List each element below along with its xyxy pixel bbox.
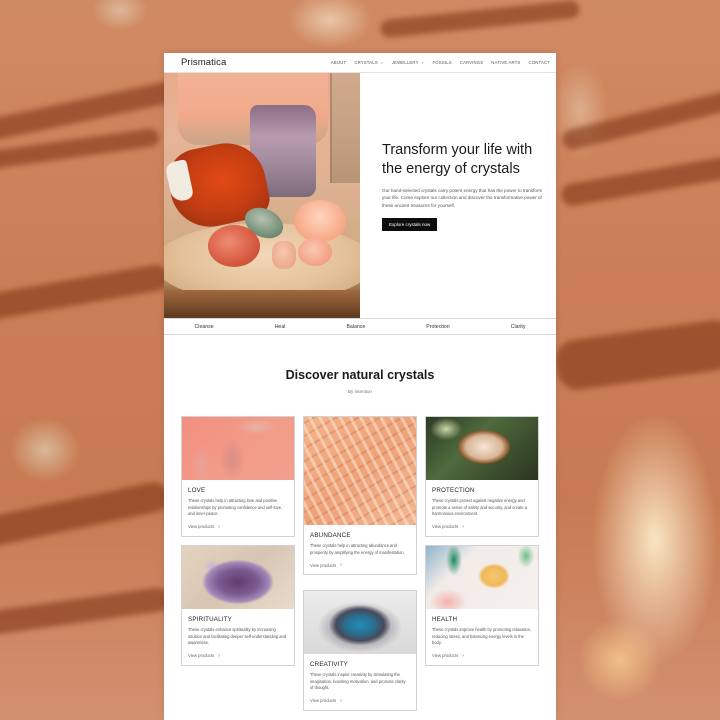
nav-item-contact[interactable]: CONTACT: [529, 60, 551, 65]
selenite-sphere: [294, 200, 346, 242]
card-title: SPIRITUALITY: [188, 616, 233, 623]
card-description: These crystals protect against negative …: [432, 498, 528, 517]
hero-description: Our hand-selected crystals carry potent …: [382, 188, 543, 208]
carnelian-stone: [208, 225, 260, 267]
explore-crystals-button[interactable]: Explore crystals now: [382, 217, 438, 231]
chevron-down-icon: ⌄: [420, 59, 425, 64]
card-title: LOVE: [188, 487, 206, 494]
chevron-right-icon: ›: [340, 562, 342, 569]
intention-card-grid: LOVE These crystals help in attracting l…: [181, 416, 539, 720]
card-image-health: [426, 546, 538, 609]
card-image-creativity: [304, 591, 416, 654]
wood-bark: [164, 290, 360, 318]
intention-balance[interactable]: Balance: [346, 324, 365, 330]
card-title: ABUNDANCE: [310, 532, 351, 539]
nav-item-crystals[interactable]: CRYSTALS ⌄: [354, 59, 384, 66]
nav-item-fossils[interactable]: FOSSILS: [433, 60, 452, 65]
main-nav: ABOUT CRYSTALS ⌄ JEWELLERY ⌄ FOSSILS CARVI…: [331, 59, 551, 66]
card-love[interactable]: LOVE These crystals help in attracting l…: [181, 416, 295, 537]
chevron-right-icon: ›: [218, 652, 220, 659]
nav-item-native-arts[interactable]: NATIVE ARTS: [491, 60, 520, 65]
brand-logo[interactable]: Prismatica: [181, 57, 226, 68]
chevron-right-icon: ›: [218, 523, 220, 530]
view-products-link[interactable]: View products ›: [432, 524, 532, 530]
section-title: Discover natural crystals: [285, 368, 435, 382]
card-image-abundance: [304, 417, 416, 525]
view-products-link[interactable]: View products ›: [310, 698, 410, 704]
hero-title: Transform your life with the energy of c…: [382, 142, 533, 177]
chevron-right-icon: ›: [340, 697, 342, 704]
view-products-link[interactable]: View products ›: [432, 653, 532, 659]
hero-section: Transform your life with the energy of c…: [164, 73, 556, 318]
link-label: View products: [188, 653, 215, 659]
card-protection[interactable]: PROTECTION These crystals protect agains…: [425, 416, 539, 537]
card-abundance[interactable]: ABUNDANCE These crystals help in attract…: [303, 416, 417, 576]
nav-label: CONTACT: [528, 60, 550, 65]
link-label: View products: [310, 562, 337, 568]
card-title: HEALTH: [432, 616, 458, 623]
card-spirituality[interactable]: SPIRITUALITY These crystals enhance spir…: [181, 545, 295, 666]
nav-label: CRYSTALS: [354, 60, 378, 65]
link-label: View products: [432, 653, 459, 659]
link-label: View products: [188, 524, 215, 530]
hero-image: [164, 73, 360, 318]
nav-label: NATIVE ARTS: [491, 60, 521, 65]
card-image-love: [182, 417, 294, 480]
card-description: These crystals help in attracting abunda…: [310, 543, 405, 555]
nav-label: FOSSILS: [432, 60, 452, 65]
nav-item-about[interactable]: ABOUT: [331, 60, 347, 65]
card-description: These crystals improve health by promoti…: [432, 627, 532, 646]
intention-protection[interactable]: Protection: [426, 324, 449, 330]
chevron-down-icon: ⌄: [379, 59, 384, 64]
hero-content: Transform your life with the energy of c…: [360, 73, 556, 318]
card-health[interactable]: HEALTH These crystals improve health by …: [425, 545, 539, 666]
nav-item-carvings[interactable]: CARVINGS: [460, 60, 484, 65]
card-title: CREATIVITY: [310, 661, 348, 668]
nav-label: CARVINGS: [459, 60, 484, 65]
intention-cleanse[interactable]: Cleanse: [195, 324, 214, 330]
nav-label: ABOUT: [330, 60, 347, 65]
site-header: Prismatica ABOUT CRYSTALS ⌄ JEWELLERY ⌄ FO…: [164, 53, 556, 73]
card-image-spirituality: [182, 546, 294, 609]
intention-clarity[interactable]: Clarity: [511, 324, 526, 330]
view-products-link[interactable]: View products ›: [188, 524, 288, 530]
tumbled-stone: [298, 238, 332, 266]
link-label: View products: [432, 524, 459, 530]
link-label: View products: [310, 698, 337, 704]
website-page: Prismatica ABOUT CRYSTALS ⌄ JEWELLERY ⌄ FO…: [164, 53, 556, 720]
card-image-protection: [426, 417, 538, 480]
view-products-link[interactable]: View products ›: [188, 653, 288, 659]
card-creativity[interactable]: CREATIVITY These crystals inspire creati…: [303, 590, 417, 711]
card-description: These crystals inspire creativity by sti…: [310, 672, 406, 691]
card-title: PROTECTION: [432, 487, 475, 494]
chevron-right-icon: ›: [462, 652, 464, 659]
nav-item-jewellery[interactable]: JEWELLERY ⌄: [391, 59, 425, 66]
section-subtitle: By intention: [347, 389, 372, 394]
card-description: These crystals enhance spirituality by i…: [188, 627, 287, 646]
small-stone: [272, 241, 296, 269]
view-products-link[interactable]: View products ›: [310, 562, 410, 568]
intention-heal[interactable]: Heal: [275, 324, 286, 330]
card-description: These crystals help in attracting love a…: [188, 498, 283, 517]
intention-tabs: Cleanse Heal Balance Protection Clarity: [164, 318, 556, 335]
chevron-right-icon: ›: [462, 523, 464, 530]
nav-label: JEWELLERY: [391, 60, 419, 65]
glass-vessel: [330, 73, 360, 183]
